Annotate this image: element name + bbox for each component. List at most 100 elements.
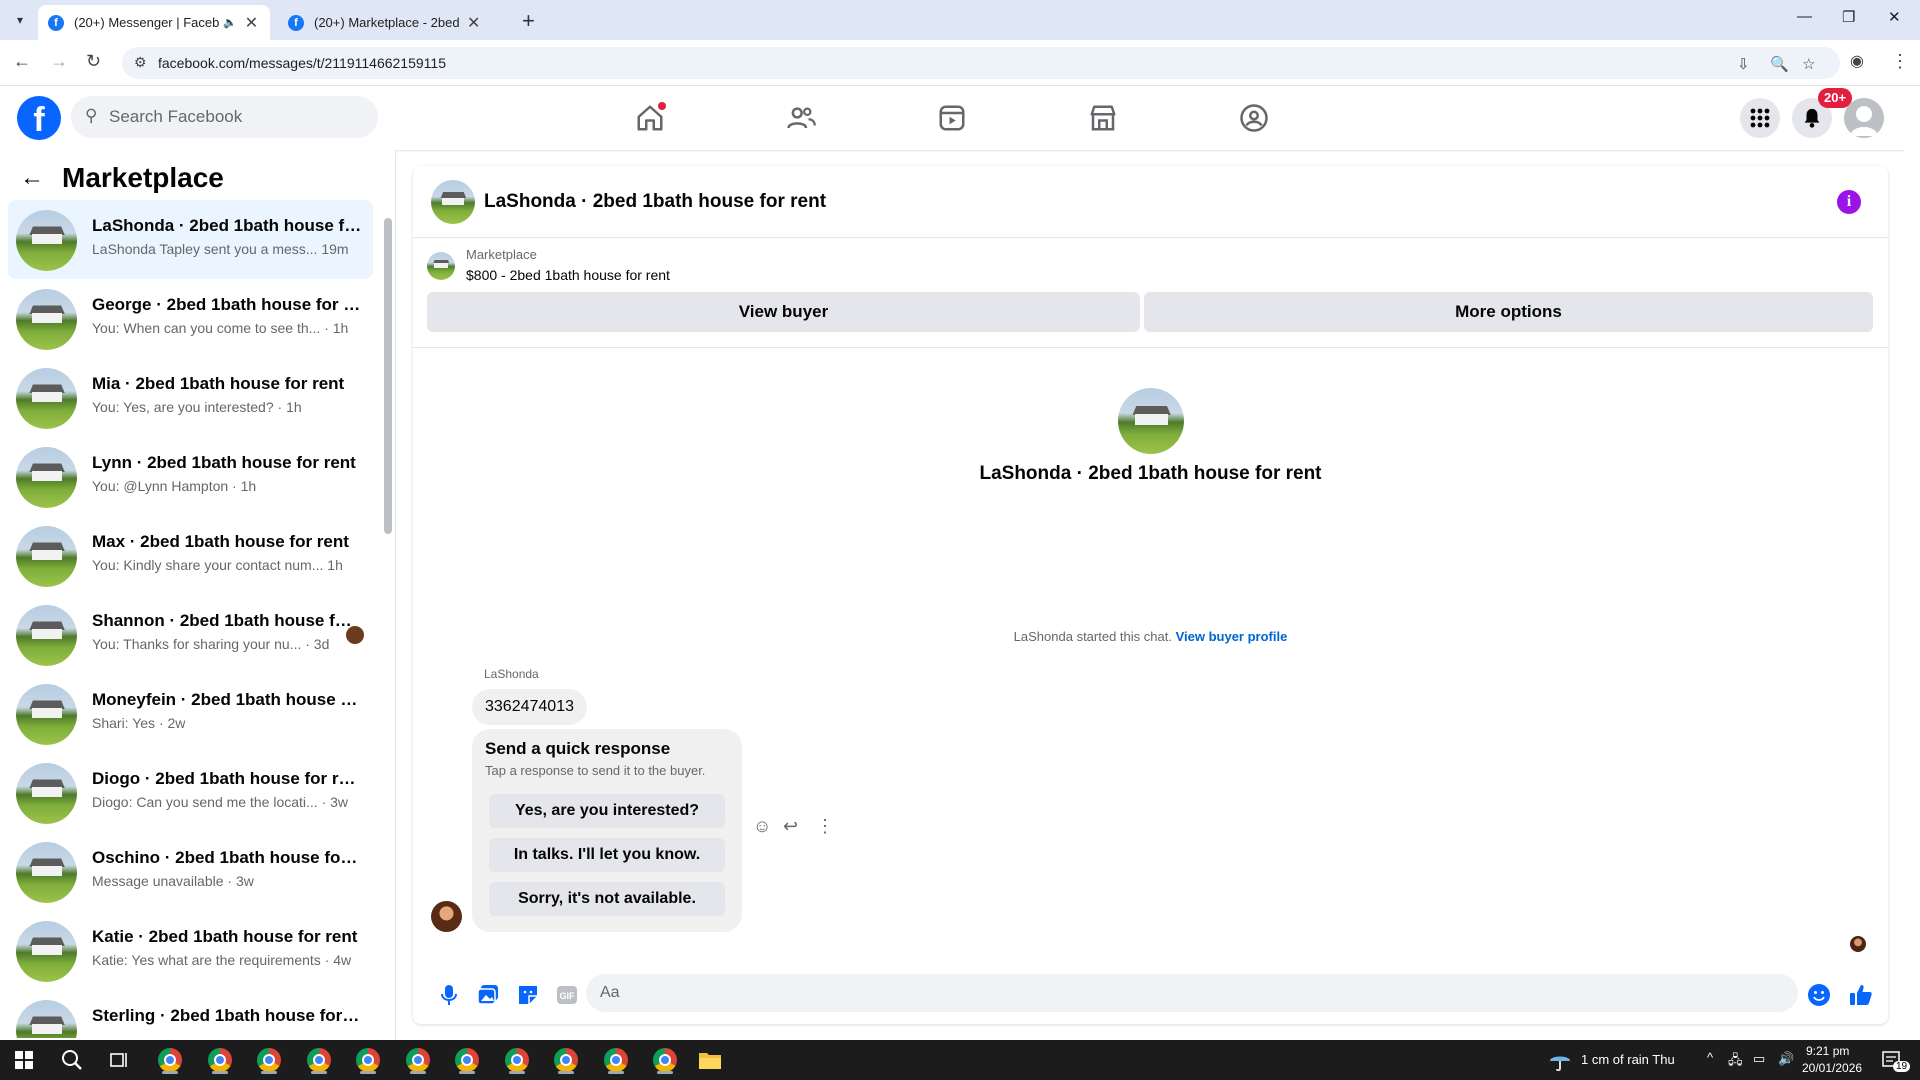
view-buyer-button[interactable]: View buyer	[427, 292, 1140, 332]
listing-thumbnail[interactable]	[431, 180, 475, 224]
chrome-app-icon[interactable]	[305, 1046, 333, 1074]
clock-time[interactable]: 9:21 pm	[1806, 1044, 1849, 1058]
chrome-logo-icon	[356, 1048, 380, 1072]
chrome-app-icon[interactable]	[156, 1046, 184, 1074]
notification-badge: 20+	[1818, 88, 1853, 108]
tab-search-chevron-icon[interactable]: ▾	[8, 8, 32, 32]
window-close-icon[interactable]: ✕	[1888, 8, 1901, 26]
chrome-app-icon[interactable]	[453, 1046, 481, 1074]
weather-rain-icon[interactable]	[1546, 1046, 1574, 1074]
install-app-icon[interactable]: ⇩	[1737, 55, 1750, 73]
view-buyer-profile-link[interactable]: View buyer profile	[1176, 629, 1288, 644]
conversation-item[interactable]: LaShonda · 2bed 1bath house for rent LaSh…	[8, 200, 373, 279]
conversation-thumbnail	[16, 526, 77, 587]
tab-close-icon[interactable]: ✕	[245, 13, 258, 33]
back-arrow-icon[interactable]: ←	[20, 164, 44, 192]
chrome-app-icon[interactable]	[503, 1046, 531, 1074]
url-text[interactable]: facebook.com/messages/t/2119114662159115	[158, 55, 446, 71]
friends-icon[interactable]	[783, 100, 819, 136]
menu-grid-icon[interactable]	[1740, 98, 1780, 138]
conversation-preview: You: Kindly share your contact num... 1h	[92, 557, 362, 573]
chrome-app-icon[interactable]	[255, 1046, 283, 1074]
chrome-logo-icon	[158, 1048, 182, 1072]
gif-icon[interactable]: GIF	[555, 983, 579, 1007]
message-bubble[interactable]: 3362474013	[472, 689, 587, 725]
search-input[interactable]	[109, 96, 369, 138]
marketplace-icon[interactable]	[1085, 100, 1121, 136]
home-icon[interactable]	[632, 100, 668, 136]
video-icon[interactable]	[934, 100, 970, 136]
url-bar[interactable]: ⚙ facebook.com/messages/t/21191146621591…	[122, 47, 1840, 79]
reply-icon[interactable]: ↩	[783, 816, 798, 837]
minimize-icon[interactable]: —	[1797, 8, 1812, 25]
listing-price-title[interactable]: $800 - 2bed 1bath house for rent	[466, 267, 670, 283]
account-avatar[interactable]	[1844, 98, 1884, 138]
site-info-icon[interactable]: ⚙	[134, 54, 147, 71]
chrome-app-icon[interactable]	[354, 1046, 382, 1074]
conversation-item[interactable]: Katie · 2bed 1bath house for rent Katie: …	[8, 911, 373, 990]
marketplace-listing-bar: Marketplace $800 - 2bed 1bath house for …	[413, 238, 1888, 348]
profile-icon[interactable]: ◉	[1850, 51, 1864, 71]
more-options-button[interactable]: More options	[1144, 292, 1873, 332]
task-view-icon[interactable]	[106, 1046, 134, 1074]
tab-close-icon[interactable]: ✕	[467, 13, 480, 33]
thumbs-up-icon[interactable]	[1849, 983, 1873, 1007]
chrome-app-icon[interactable]	[404, 1046, 432, 1074]
chrome-app-icon[interactable]	[552, 1046, 580, 1074]
groups-icon[interactable]	[1236, 100, 1272, 136]
sender-avatar[interactable]	[431, 901, 462, 932]
reload-icon[interactable]: ↻	[86, 51, 101, 72]
browser-menu-icon[interactable]: ⋮	[1891, 51, 1909, 72]
conversation-item[interactable]: Mia · 2bed 1bath house for rent You: Yes,…	[8, 358, 373, 437]
conversation-item[interactable]: Moneyfein · 2bed 1bath house for rent Sha…	[8, 674, 373, 753]
new-tab-button[interactable]: +	[522, 8, 535, 34]
microphone-icon[interactable]	[437, 983, 461, 1007]
chrome-app-icon[interactable]	[651, 1046, 679, 1074]
more-actions-icon[interactable]: ⋮	[816, 816, 834, 837]
page-scrollbar[interactable]	[1904, 86, 1920, 1040]
search-icon[interactable]	[58, 1046, 86, 1074]
conversation-item[interactable]: Sterling · 2bed 1bath house for rent	[8, 990, 373, 1038]
volume-icon[interactable]: 🔊	[1778, 1051, 1794, 1067]
forward-icon[interactable]: →	[50, 51, 68, 72]
network-icon[interactable]: 🖧	[1728, 1051, 1743, 1073]
conversation-item[interactable]: Shannon · 2bed 1bath house for rent You: …	[8, 595, 373, 674]
info-icon[interactable]: i	[1837, 190, 1861, 214]
quick-response-button[interactable]: Yes, are you interested?	[489, 794, 725, 828]
weather-text[interactable]: 1 cm of rain Thu	[1581, 1052, 1675, 1067]
zoom-icon[interactable]: 🔍	[1770, 55, 1789, 73]
chrome-logo-icon	[653, 1048, 677, 1072]
windows-start-icon[interactable]	[10, 1046, 38, 1074]
tab-marketplace[interactable]: f (20+) Marketplace - 2bed 1bath ✕	[278, 5, 492, 40]
speaker-icon: 🔈	[223, 17, 237, 29]
tab-messenger[interactable]: f (20+) Messenger | Facebook 🔈 ✕	[38, 5, 271, 40]
preview-time: · 2w	[158, 715, 186, 731]
chrome-app-icon[interactable]	[602, 1046, 630, 1074]
quick-response-subtitle: Tap a response to send it to the buyer.	[485, 763, 706, 778]
react-emoji-icon[interactable]: ☺	[753, 816, 771, 837]
file-explorer-icon[interactable]	[696, 1046, 724, 1074]
battery-icon[interactable]: ▭	[1753, 1051, 1765, 1067]
chat-title[interactable]: LaShonda · 2bed 1bath house for rent	[484, 191, 826, 213]
emoji-icon[interactable]	[1807, 983, 1831, 1007]
conversation-item[interactable]: Max · 2bed 1bath house for rent You: Kind…	[8, 516, 373, 595]
facebook-logo-icon[interactable]: f	[17, 96, 61, 140]
conversation-item[interactable]: Oschino · 2bed 1bath house for rent Messa…	[8, 832, 373, 911]
photo-icon[interactable]	[476, 983, 500, 1007]
conversation-item[interactable]: George · 2bed 1bath house for rent You: W…	[8, 279, 373, 358]
facebook-search[interactable]: ⚲	[71, 96, 378, 138]
sticker-icon[interactable]	[516, 983, 540, 1007]
chrome-app-icon[interactable]	[206, 1046, 234, 1074]
clock-date[interactable]: 20/01/2026	[1802, 1061, 1862, 1075]
conversation-item[interactable]: Diogo · 2bed 1bath house for rent Diogo: …	[8, 753, 373, 832]
back-icon[interactable]: ←	[13, 51, 31, 72]
quick-response-button[interactable]: Sorry, it's not available.	[489, 882, 725, 916]
restore-icon[interactable]: ❐	[1842, 8, 1855, 26]
conversation-item[interactable]: Lynn · 2bed 1bath house for rent You: @Ly…	[8, 437, 373, 516]
bookmark-star-icon[interactable]: ☆	[1802, 55, 1815, 73]
quick-response-button[interactable]: In talks. I'll let you know.	[489, 838, 725, 872]
notification-count-badge: 19	[1893, 1061, 1911, 1072]
message-input[interactable]	[586, 974, 1798, 1012]
tray-chevron-icon[interactable]: ^	[1707, 1050, 1713, 1065]
conversation-list-scrollbar[interactable]	[384, 218, 392, 534]
